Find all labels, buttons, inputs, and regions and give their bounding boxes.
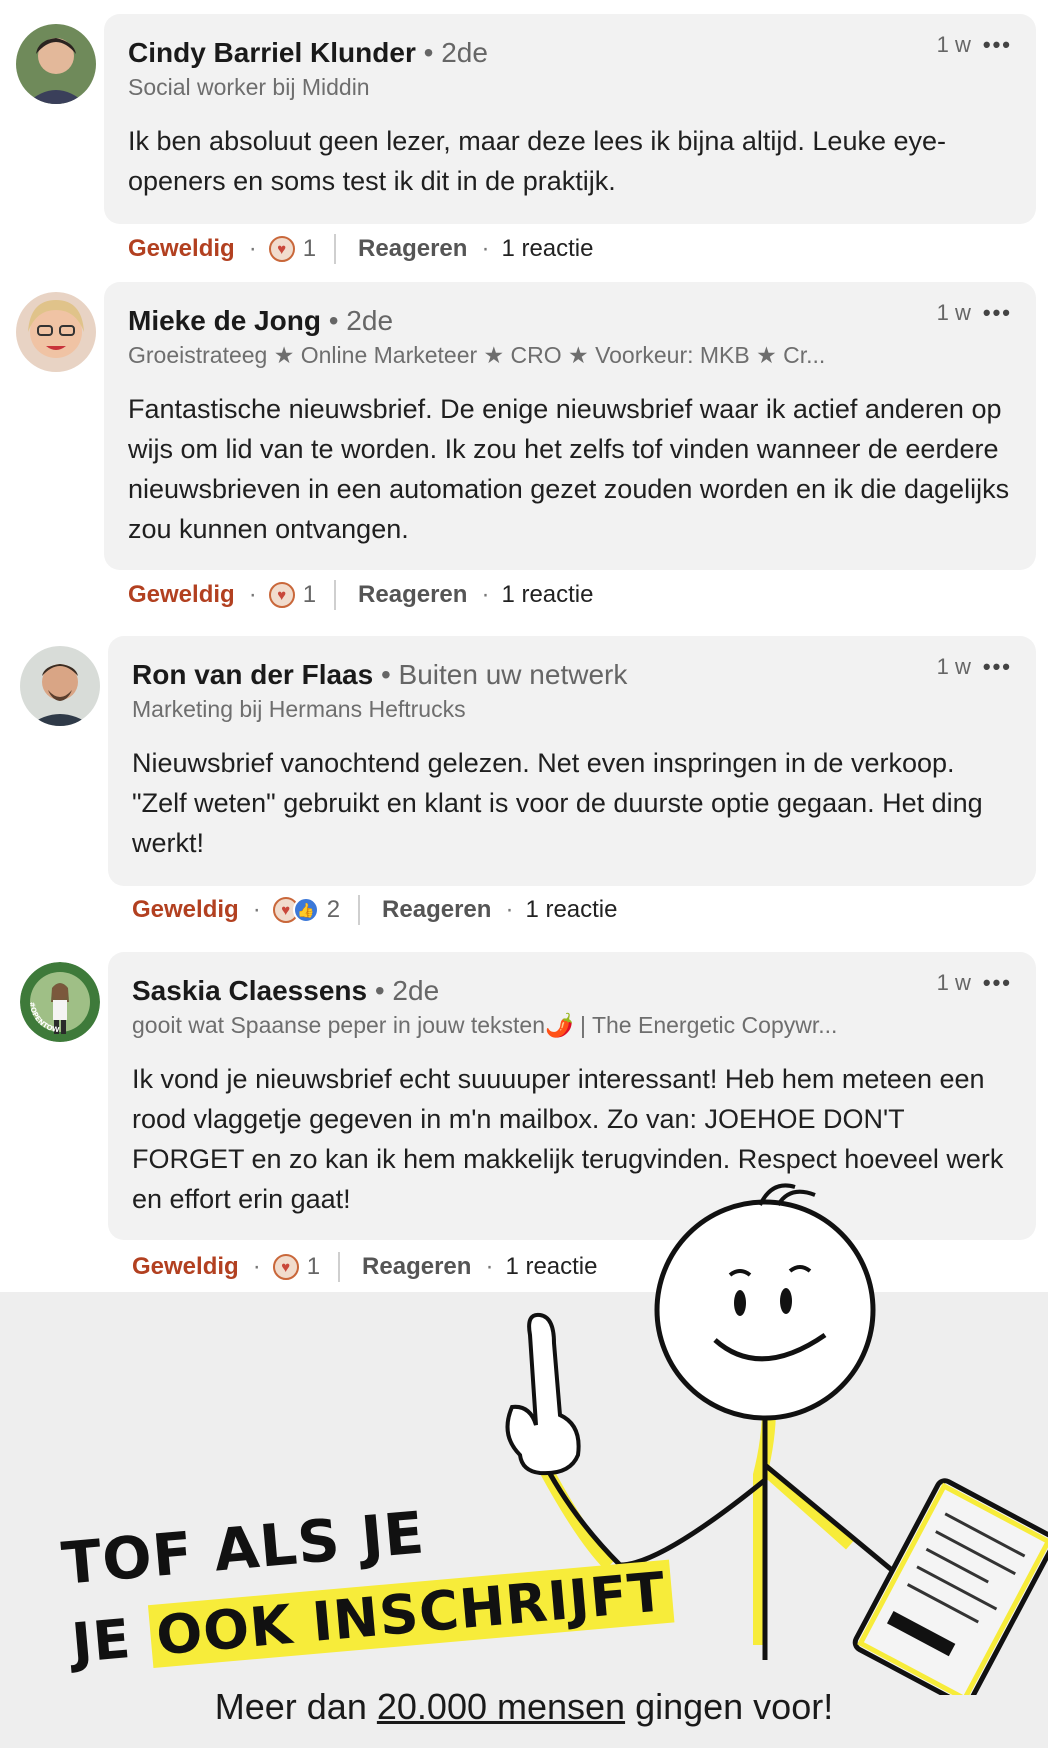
reaction-count[interactable]: 1 [307, 1253, 320, 1281]
replies-count[interactable]: 1 reactie [501, 581, 593, 609]
separator-dot: · [481, 581, 490, 608]
connection-degree: • Buiten uw netwerk [380, 659, 628, 690]
separator-dot: · [248, 235, 257, 262]
comment-bubble: Mieke de Jong • 2de Groeistrateeg ★ Onli… [104, 282, 1036, 570]
timestamp: 1 w [936, 300, 971, 325]
love-reaction-icon[interactable]: ♥ [272, 1254, 299, 1280]
timestamp: 1 w [936, 32, 971, 57]
promo-subline-start: Meer dan [214, 1686, 367, 1727]
replies-count[interactable]: 1 reactie [501, 235, 593, 263]
promo-subline: Meer dan 20.000 mensen gingen voor! [0, 1686, 1048, 1728]
avatar[interactable] [20, 646, 100, 726]
more-options-icon[interactable]: ••• [983, 32, 1012, 58]
connection-degree: • 2de [374, 975, 440, 1006]
comment-actions: Geweldig · ♥ 1 Reageren · 1 reactie [128, 229, 594, 269]
author-name[interactable]: Mieke de Jong [128, 305, 321, 336]
divider [338, 1252, 341, 1282]
more-options-icon[interactable]: ••• [983, 300, 1012, 326]
avatar[interactable] [16, 24, 96, 104]
more-options-icon[interactable]: ••• [983, 654, 1012, 680]
comment-text: Fantastische nieuwsbrief. De enige nieuw… [128, 394, 1010, 544]
more-options-icon[interactable]: ••• [983, 970, 1012, 996]
divider [334, 580, 337, 610]
love-reaction-icon[interactable]: ♥ [268, 236, 295, 262]
separator-dot: · [505, 896, 514, 923]
reaction-count[interactable]: 2 [327, 896, 340, 924]
author-headline: gooit wat Spaanse peper in jouw teksten🌶… [132, 1012, 838, 1038]
reaction-button[interactable]: Geweldig [128, 581, 235, 609]
author-headline: Marketing bij Hermans Heftrucks [132, 696, 466, 722]
reaction-button[interactable]: Geweldig [128, 235, 235, 263]
promo-subline-count: 20.000 mensen [376, 1686, 626, 1727]
comment-actions: Geweldig · ♥ 👍 2 Reageren · 1 reactie [132, 890, 618, 930]
like-reaction-icon[interactable]: 👍 [292, 897, 319, 923]
separator-dot: · [252, 896, 261, 923]
author-headline: Social worker bij Middin [128, 74, 370, 100]
divider [334, 234, 337, 264]
divider [358, 895, 361, 925]
reaction-count[interactable]: 1 [303, 581, 316, 609]
author-name[interactable]: Saskia Claessens [132, 975, 367, 1006]
promo-headline-word: JE [69, 1606, 134, 1675]
comment-bubble: Ron van der Flaas • Buiten uw netwerk Ma… [108, 636, 1036, 886]
author-name[interactable]: Ron van der Flaas [132, 659, 373, 690]
comment-bubble: Cindy Barriel Klunder • 2de Social worke… [104, 14, 1036, 224]
connection-degree: • 2de [328, 305, 394, 336]
author-headline: Groeistrateeg ★ Online Marketeer ★ CRO ★… [128, 342, 826, 368]
separator-dot: · [481, 235, 490, 262]
reaction-button[interactable]: Geweldig [132, 896, 239, 924]
reply-button[interactable]: Reageren [362, 1253, 471, 1281]
connection-degree: • 2de [423, 37, 488, 68]
reply-button[interactable]: Reageren [358, 235, 467, 263]
love-reaction-icon[interactable]: ♥ [268, 582, 295, 608]
comment-text: Ik ben absoluut geen lezer, maar deze le… [128, 126, 947, 196]
avatar[interactable] [16, 292, 96, 372]
separator-dot: · [248, 581, 257, 608]
avatar[interactable]: #OPENTOWORK [20, 962, 100, 1042]
comment-actions: Geweldig · ♥ 1 Reageren · 1 reactie [128, 575, 594, 615]
author-name[interactable]: Cindy Barriel Klunder [128, 37, 416, 68]
comment-text: Nieuwsbrief vanochtend gelezen. Net even… [132, 748, 983, 858]
reply-button[interactable]: Reageren [382, 896, 491, 924]
replies-count[interactable]: 1 reactie [525, 896, 617, 924]
promo-subline-end: gingen voor! [635, 1686, 834, 1727]
timestamp: 1 w [936, 970, 971, 995]
reply-button[interactable]: Reageren [358, 581, 467, 609]
reaction-count[interactable]: 1 [303, 235, 316, 263]
reaction-button[interactable]: Geweldig [132, 1253, 239, 1281]
separator-dot: · [252, 1253, 261, 1280]
timestamp: 1 w [936, 654, 971, 679]
